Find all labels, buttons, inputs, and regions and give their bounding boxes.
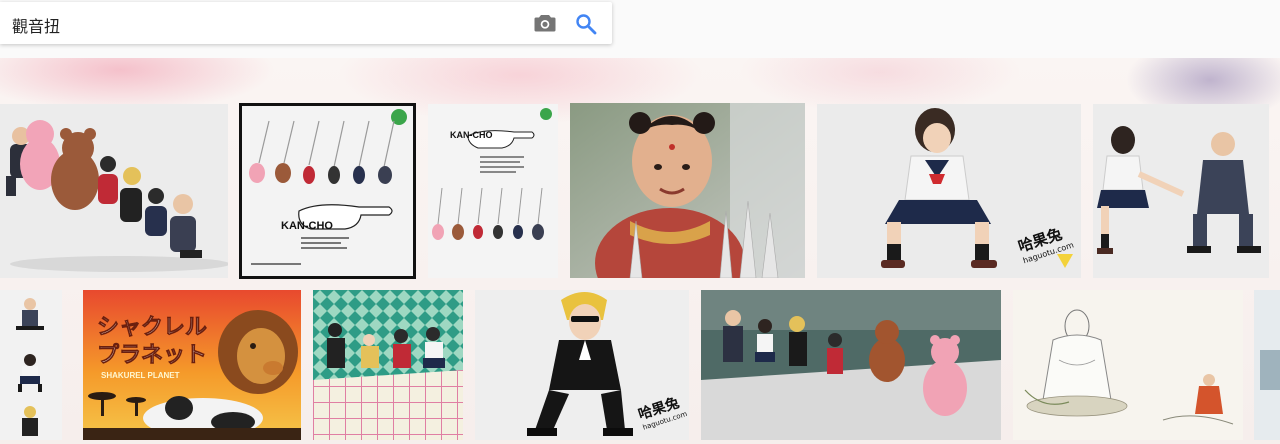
image-result-figures-on-grid[interactable] [313,290,463,440]
image-result-partial[interactable] [1254,290,1280,440]
image-result-shakurel-planet[interactable]: シャクレル プラネット SHAKUREL PLANET [83,290,301,440]
camera-icon[interactable] [534,14,556,32]
shakurel-title-line2: プラネット [97,343,207,368]
search-query-text[interactable]: 觀音扭 [12,13,60,37]
image-result-guanyin-painting[interactable] [1013,290,1243,440]
search-box[interactable]: 觀音扭 [0,2,612,44]
image-result-kancho-poster[interactable]: KAN-CHO [239,103,416,279]
image-result-figures-table[interactable] [701,290,1001,440]
image-result-figures-lineup[interactable] [0,104,228,278]
shakurel-title-line1: シャクレル [97,315,207,340]
search-icon[interactable] [575,13,597,35]
kancho-keychains-brand-text: KAN-CHO [450,130,493,140]
image-result-child-actor[interactable] [570,103,805,278]
image-result-schoolgirl-figure[interactable]: 哈果兔 haguotu.com [817,104,1081,278]
image-result-sunglasses-figure[interactable]: 哈果兔 haguotu.com [475,290,689,440]
shakurel-subtitle: SHAKUREL PLANET [101,371,180,380]
image-result-schoolgirl-and-salaryman[interactable] [1093,104,1269,278]
image-result-kancho-keychains[interactable]: KAN-CHO [428,104,558,278]
image-result-figure-strip[interactable] [0,290,62,440]
kancho-brand-text: KAN-CHO [281,220,333,232]
